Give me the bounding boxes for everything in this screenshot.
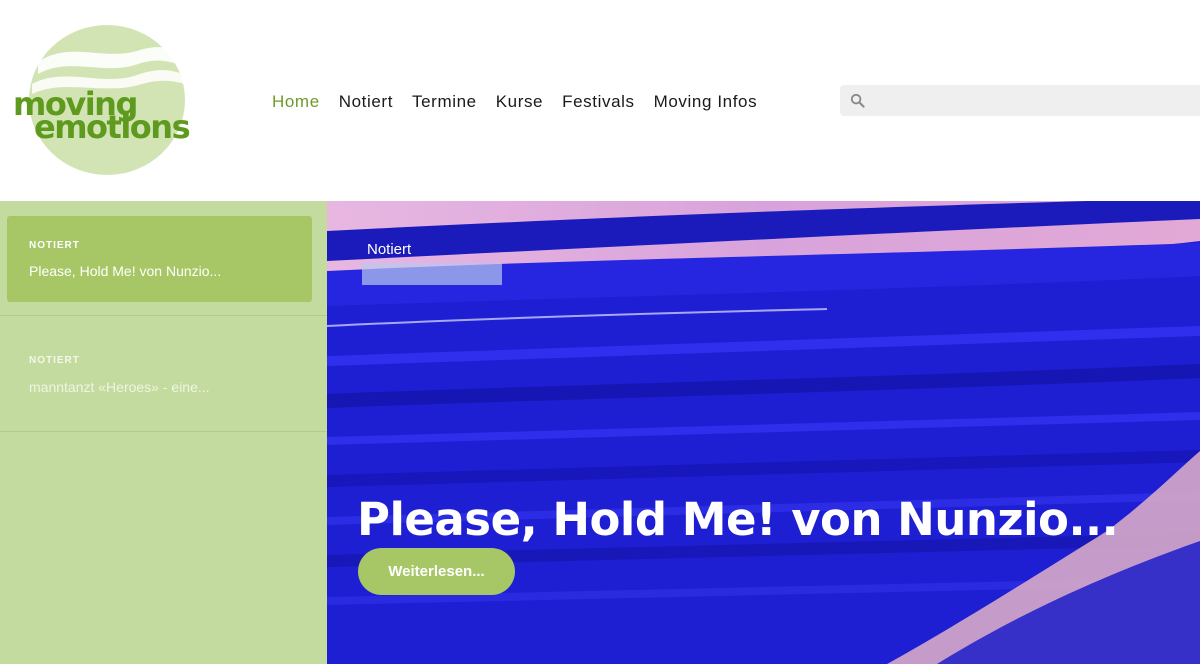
read-more-button[interactable]: Weiterlesen... [358,548,515,595]
hero-category-link[interactable]: Notiert [367,241,411,258]
post-category: NOTIERT [29,240,80,251]
svg-text:emotions: emotions [34,108,190,146]
moving-emotions-logo-icon: moving emotions [13,25,191,175]
post-category: NOTIERT [29,355,80,366]
search-input[interactable] [872,85,1192,116]
site-header: moving emotions Home Notiert Termine Kur… [0,0,1200,201]
nav-item-home[interactable]: Home [272,90,320,114]
main-nav: Home Notiert Termine Kurse Festivals Mov… [272,90,776,114]
nav-item-kurse[interactable]: Kurse [496,90,543,114]
sidebar-post-item[interactable]: NOTIERT manntanzt «Heroes» - eine... [0,317,327,432]
sidebar-post-item[interactable]: NOTIERT Please, Hold Me! von Nunzio... [0,201,327,316]
search-box [840,85,1200,116]
site-logo[interactable]: moving emotions [10,22,210,178]
nav-item-festivals[interactable]: Festivals [562,90,634,114]
nav-item-notiert[interactable]: Notiert [339,90,393,114]
search-icon[interactable] [850,93,865,108]
hero-slide[interactable]: Notiert Please, Hold Me! von Nunzio... W… [327,201,1200,664]
post-sidebar: NOTIERT Please, Hold Me! von Nunzio... N… [0,201,327,664]
hero-title[interactable]: Please, Hold Me! von Nunzio... [357,493,1119,546]
post-title-link[interactable]: Please, Hold Me! von Nunzio... [29,263,221,279]
nav-item-termine[interactable]: Termine [412,90,477,114]
post-title-link[interactable]: manntanzt «Heroes» - eine... [29,379,210,395]
nav-item-moving-infos[interactable]: Moving Infos [654,90,758,114]
active-item-highlight [7,216,312,302]
